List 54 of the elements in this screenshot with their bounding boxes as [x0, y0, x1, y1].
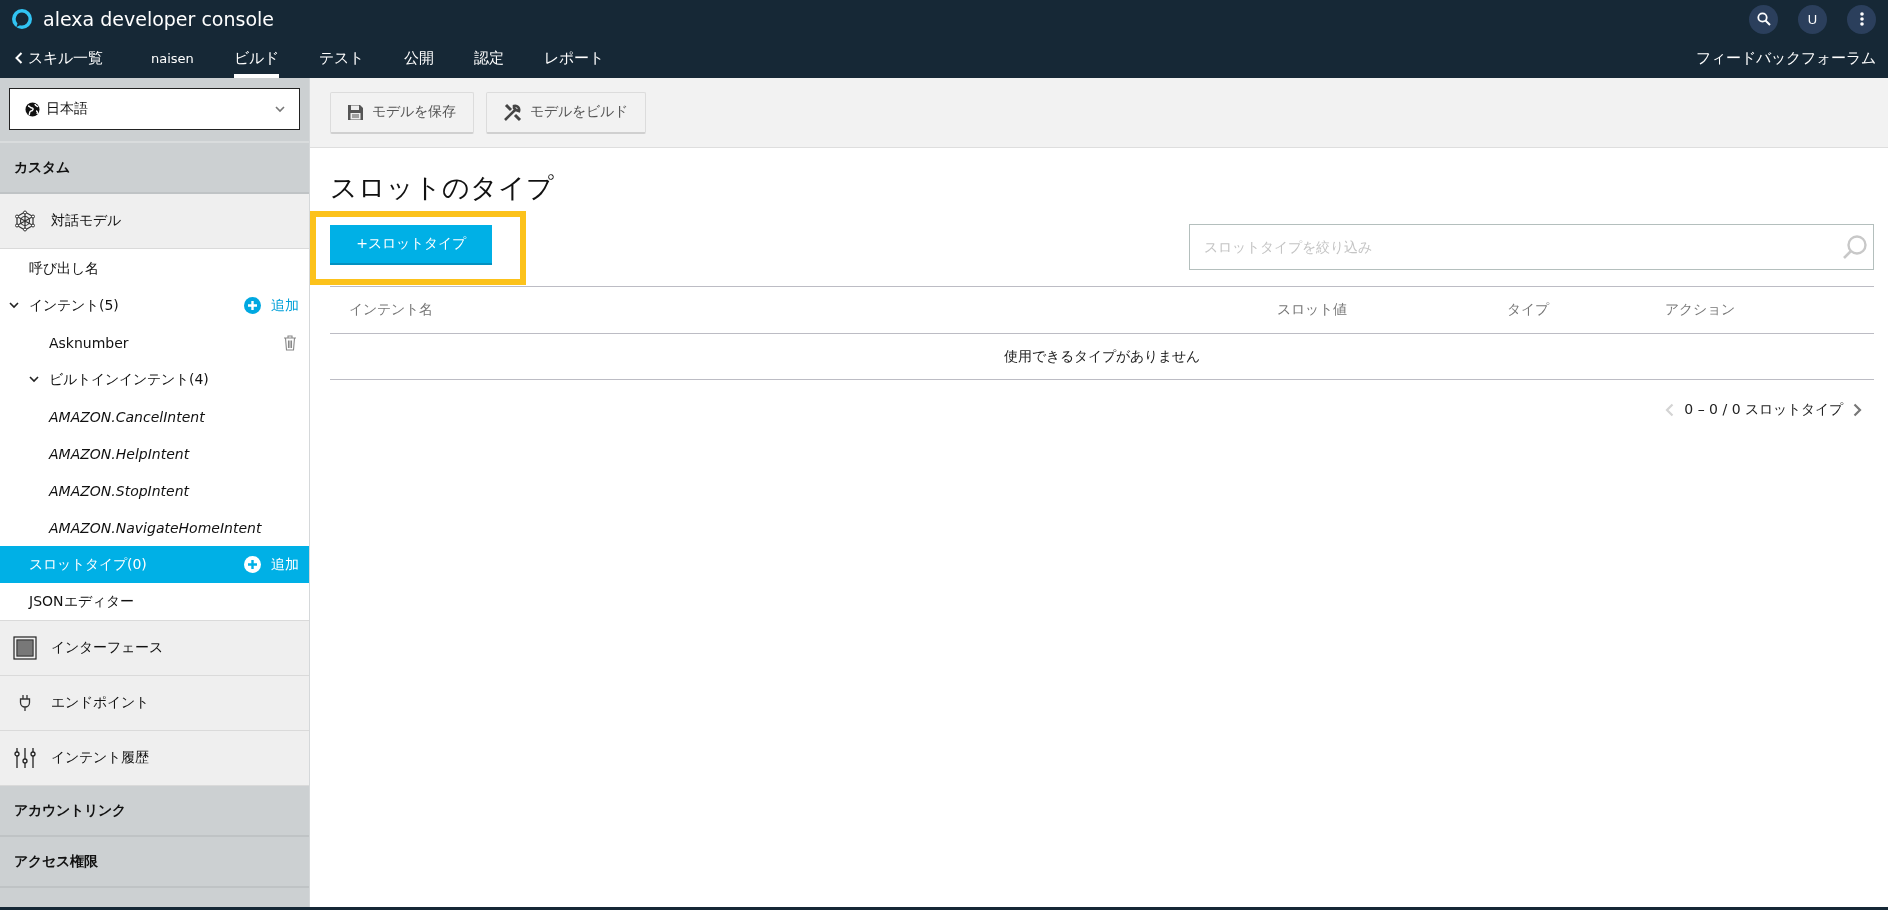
tree-item[interactable]: ビルトインインテント(4): [0, 361, 309, 398]
more-icon: [1859, 12, 1864, 26]
skill-name: naisen: [151, 49, 194, 68]
toolbar-button[interactable]: モデルをビルド: [486, 91, 646, 134]
more-button[interactable]: [1847, 4, 1876, 34]
tree-item[interactable]: AMAZON.StopIntent: [0, 472, 309, 509]
sidebar-group[interactable]: インターフェース: [0, 621, 309, 676]
tree-item[interactable]: JSONエディター: [0, 583, 309, 620]
plus-circle-icon: [244, 556, 261, 573]
pagination-text: 0 – 0 / 0 スロットタイプ: [1684, 401, 1843, 419]
tree-item[interactable]: AMAZON.HelpIntent: [0, 435, 309, 472]
trash-icon[interactable]: [283, 334, 297, 351]
back-link[interactable]: スキル一覧: [15, 38, 103, 78]
search-button[interactable]: [1749, 4, 1778, 34]
tree-item[interactable]: AMAZON.NavigateHomeIntent: [0, 509, 309, 546]
feedback-link[interactable]: フィードバックフォーラム: [1696, 38, 1876, 78]
column-header: タイプ: [1507, 301, 1551, 319]
nav-tab[interactable]: レポート: [543, 38, 604, 78]
sidebar-group[interactable]: 対話モデル: [0, 194, 309, 249]
alexa-logo-icon: [10, 7, 34, 31]
tree-item[interactable]: 呼び出し名: [0, 250, 309, 287]
nav-tab[interactable]: 認定: [473, 38, 504, 78]
grid-icon: [13, 636, 37, 660]
chevron-left-icon: [1665, 403, 1675, 417]
globe-icon: [25, 101, 40, 117]
empty-message: 使用できるタイプがありません: [330, 334, 1874, 380]
sidebar-group[interactable]: エンドポイント: [0, 676, 309, 731]
sidebar-group[interactable]: インテント履歴: [0, 731, 309, 786]
sliders-icon: [13, 747, 37, 769]
next-page-button[interactable]: [1853, 403, 1862, 417]
nav-tab[interactable]: 公開: [403, 38, 434, 78]
chevron-right-icon: [1853, 403, 1862, 417]
tree-item[interactable]: Asknumber: [0, 324, 309, 361]
language-select[interactable]: 日本語: [9, 88, 300, 130]
search-icon: [1842, 234, 1868, 260]
tools-icon: [503, 102, 522, 122]
page-title: スロットのタイプ: [330, 171, 555, 205]
chevron-down-icon: [29, 376, 39, 383]
chevron-down-icon: [9, 302, 19, 309]
tree-item[interactable]: AMAZON.CancelIntent: [0, 398, 309, 435]
chevron-down-icon: [275, 105, 285, 113]
search-icon: [1756, 12, 1771, 26]
toolbar-button[interactable]: モデルを保存: [330, 91, 474, 134]
column-header: スロット値: [1277, 301, 1348, 319]
tree-item[interactable]: インテント(5) 追加: [0, 287, 309, 324]
network-icon: [14, 210, 36, 232]
nav-tab[interactable]: テスト: [318, 38, 364, 78]
user-avatar[interactable]: U: [1798, 4, 1827, 34]
column-header: アクション: [1665, 301, 1736, 319]
column-header: インテント名: [349, 301, 434, 319]
app-title: alexa developer console: [43, 8, 274, 30]
plus-circle-icon: [244, 297, 261, 314]
chevron-left-icon: [15, 52, 23, 64]
plug-icon: [19, 694, 31, 712]
